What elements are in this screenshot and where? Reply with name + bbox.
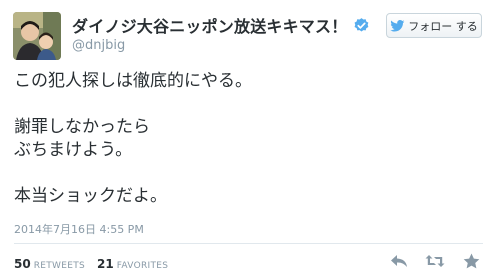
star-icon[interactable] <box>461 252 481 270</box>
twitter-bird-icon <box>390 19 405 32</box>
retweet-icon[interactable] <box>425 252 445 270</box>
divider <box>14 243 483 244</box>
reply-icon[interactable] <box>389 252 409 270</box>
avatar-photo <box>13 12 61 60</box>
follow-button[interactable]: フォロー する <box>386 13 482 38</box>
retweets-count[interactable]: 50 <box>14 257 31 271</box>
user-handle[interactable]: @dnjbig <box>72 38 125 53</box>
tweet-stats: 50 RETWEETS 21 FAVORITES <box>14 257 180 271</box>
display-name[interactable]: ダイノジ大谷ニッポン放送キキマス！ <box>72 13 347 37</box>
tweet-text: この犯人探しは徹底的にやる。 謝罪しなかったら ぶちまけよう。 本当ショックだよ… <box>14 71 252 206</box>
tweet-card: ダイノジ大谷ニッポン放送キキマス！ @dnjbig フォロー する この犯人探し… <box>0 0 495 279</box>
follow-button-label: フォロー する <box>408 19 478 33</box>
tweet-actions <box>389 252 481 270</box>
user-name-line: ダイノジ大谷ニッポン放送キキマス！ <box>72 14 370 36</box>
favorites-label[interactable]: FAVORITES <box>117 261 169 271</box>
verified-badge-icon <box>353 17 370 34</box>
tweet-timestamp[interactable]: 2014年7月16日 4:55 PM <box>14 221 144 237</box>
favorites-count[interactable]: 21 <box>97 257 114 271</box>
avatar[interactable] <box>13 12 61 60</box>
retweets-label[interactable]: RETWEETS <box>34 261 85 271</box>
